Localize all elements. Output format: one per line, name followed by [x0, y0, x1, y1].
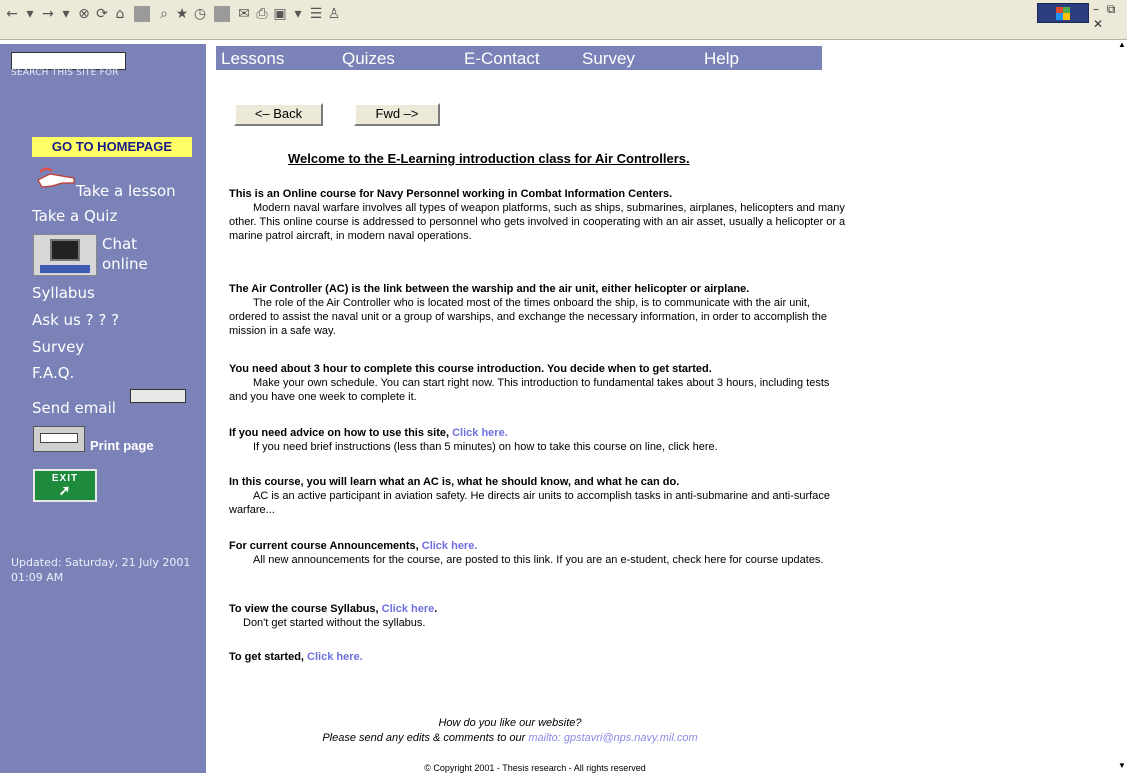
- dropdown-icon[interactable]: ▾: [58, 6, 74, 22]
- section-body: Make your own schedule. You can start ri…: [229, 377, 830, 403]
- section-heading-end: .: [434, 603, 438, 615]
- section-learn: In this course, you will learn what an A…: [229, 475, 849, 517]
- nav-help[interactable]: Help: [704, 49, 739, 69]
- lesson-hand-icon[interactable]: [36, 166, 76, 192]
- nav-quizes[interactable]: Quizes: [342, 49, 395, 69]
- section-body: Modern naval warfare involves all types …: [229, 202, 846, 242]
- windows-logo-icon: [1037, 3, 1089, 23]
- refresh-icon[interactable]: ⟳: [94, 6, 110, 22]
- section-online-course: This is an Online course for Navy Person…: [229, 187, 849, 243]
- email-icon[interactable]: [130, 389, 186, 403]
- dropdown-icon[interactable]: ▾: [290, 6, 306, 22]
- section-body: The role of the Air Controller who is lo…: [229, 297, 828, 337]
- exit-button[interactable]: EXIT ➚: [33, 469, 97, 502]
- section-heading: To view the course Syllabus,: [229, 603, 379, 615]
- edit-icon[interactable]: ▣: [272, 6, 288, 22]
- get-started-link[interactable]: Click here.: [307, 651, 363, 663]
- sidebar-item-take-lesson[interactable]: Take a lesson: [76, 182, 176, 200]
- footer-question: How do you like our website?: [438, 717, 582, 729]
- section-heading: You need about 3 hour to complete this c…: [229, 363, 712, 375]
- advice-link[interactable]: Click here.: [452, 427, 508, 439]
- section-heading: This is an Online course for Navy Person…: [229, 188, 673, 200]
- sidebar-item-ask-us[interactable]: Ask us ? ? ?: [32, 311, 119, 329]
- section-heading: For current course Announcements,: [229, 540, 419, 552]
- messenger-icon[interactable]: ♙: [326, 6, 342, 22]
- printer-icon[interactable]: [33, 426, 85, 452]
- section-time-needed: You need about 3 hour to complete this c…: [229, 362, 849, 404]
- favorites-icon[interactable]: ★: [174, 6, 190, 22]
- forward-icon[interactable]: →: [40, 6, 56, 22]
- section-heading: If you need advice on how to use this si…: [229, 427, 450, 439]
- section-body: All new announcements for the course, ar…: [253, 554, 824, 566]
- discuss-icon[interactable]: ☰: [308, 6, 324, 22]
- sidebar-item-syllabus[interactable]: Syllabus: [32, 284, 95, 302]
- toolbar-separator: [134, 6, 150, 22]
- sidebar-item-print-page[interactable]: Print page: [90, 438, 154, 453]
- section-announcements: For current course Announcements, Click …: [229, 539, 849, 567]
- mailto-link[interactable]: mailto: gpstavri@nps.navy.mil.com: [528, 732, 697, 744]
- sidebar-item-online[interactable]: online: [102, 255, 148, 273]
- mail-icon[interactable]: ✉: [236, 6, 252, 22]
- toolbar-icons: ← ▾ → ▾ ⊗ ⟳ ⌂ ⌕ ★ ◷ ✉ ⎙ ▣ ▾ ☰ ♙: [4, 6, 342, 22]
- section-heading: The Air Controller (AC) is the link betw…: [229, 283, 750, 295]
- section-advice: If you need advice on how to use this si…: [229, 426, 849, 454]
- page-title: Welcome to the E-Learning introduction c…: [288, 151, 690, 166]
- forward-button[interactable]: Fwd –>: [354, 103, 440, 126]
- scroll-up-icon[interactable]: ▲: [1117, 40, 1127, 50]
- section-body: If you need brief instructions (less tha…: [253, 441, 718, 453]
- section-body: AC is an active participant in aviation …: [229, 490, 830, 516]
- window-controls[interactable]: – ⧉ ✕: [1093, 2, 1127, 31]
- section-body: Don't get started without the syllabus.: [243, 617, 426, 629]
- section-heading: In this course, you will learn what an A…: [229, 476, 680, 488]
- browser-toolbar: ← ▾ → ▾ ⊗ ⟳ ⌂ ⌕ ★ ◷ ✉ ⎙ ▣ ▾ ☰ ♙ – ⧉ ✕: [0, 0, 1127, 40]
- section-syllabus: To view the course Syllabus, Click here.…: [229, 602, 849, 630]
- section-get-started: To get started, Click here.: [229, 650, 849, 664]
- syllabus-link[interactable]: Click here: [382, 603, 435, 615]
- dropdown-icon[interactable]: ▾: [22, 6, 38, 22]
- copyright: © Copyright 2001 - Thesis research - All…: [424, 763, 646, 773]
- sidebar-item-faq[interactable]: F.A.Q.: [32, 364, 74, 382]
- nav-lessons[interactable]: Lessons: [221, 49, 284, 69]
- search-label: SEARCH THIS SITE FOR: [11, 68, 119, 78]
- homepage-button[interactable]: GO TO HOMEPAGE: [32, 137, 192, 157]
- chat-computer-icon[interactable]: [33, 234, 97, 276]
- sidebar-item-chat[interactable]: Chat: [102, 235, 137, 253]
- search-icon[interactable]: ⌕: [156, 6, 172, 22]
- toolbar-separator: [214, 6, 230, 22]
- exit-arrow-icon: ➚: [58, 482, 72, 498]
- footer-edits-text: Please send any edits & comments to our: [322, 732, 526, 744]
- top-navigation: Lessons Quizes E-Contact Survey Help: [216, 46, 822, 70]
- sidebar-item-survey[interactable]: Survey: [32, 338, 84, 356]
- announcements-link[interactable]: Click here.: [422, 540, 478, 552]
- section-heading: To get started,: [229, 651, 304, 663]
- print-icon[interactable]: ⎙: [254, 6, 270, 22]
- sidebar-item-take-quiz[interactable]: Take a Quiz: [32, 207, 117, 225]
- history-icon[interactable]: ◷: [192, 6, 208, 22]
- nav-econtact[interactable]: E-Contact: [464, 49, 540, 69]
- section-air-controller: The Air Controller (AC) is the link betw…: [229, 282, 849, 338]
- updated-timestamp: Updated: Saturday, 21 July 2001 01:09 AM: [11, 556, 191, 584]
- home-icon[interactable]: ⌂: [112, 6, 128, 22]
- scroll-down-icon[interactable]: ▼: [1117, 761, 1127, 771]
- back-button[interactable]: <– Back: [234, 103, 323, 126]
- back-icon[interactable]: ←: [4, 6, 20, 22]
- sidebar-item-send-email[interactable]: Send email: [32, 399, 116, 417]
- footer-edits: Please send any edits & comments to our …: [0, 732, 1020, 744]
- nav-survey[interactable]: Survey: [582, 49, 635, 69]
- stop-icon[interactable]: ⊗: [76, 6, 92, 22]
